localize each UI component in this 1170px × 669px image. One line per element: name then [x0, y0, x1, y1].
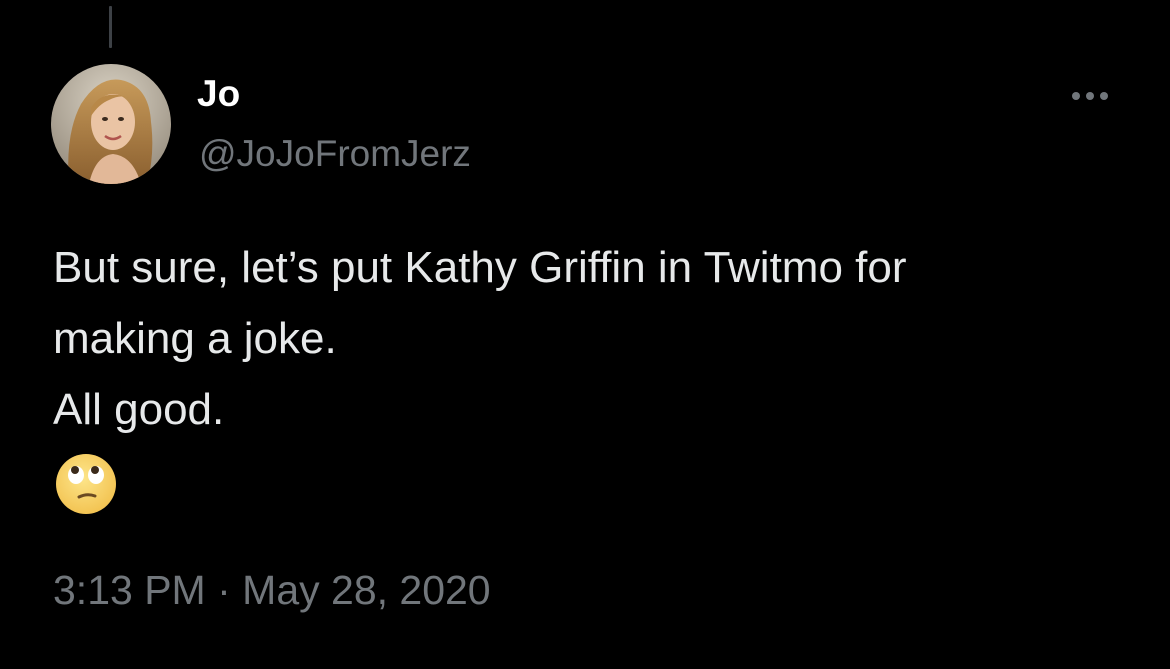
tweet-time-link[interactable]: 3:13 PM: [53, 567, 206, 613]
ellipsis-icon: [1072, 92, 1080, 100]
ellipsis-icon: [1100, 92, 1108, 100]
profile-photo-icon: [51, 64, 171, 184]
tweet-text: But sure, let’s put Kathy Griffin in Twi…: [53, 232, 1133, 445]
tweet-text-line: making a joke.: [53, 314, 337, 363]
thread-connector-line: [109, 6, 112, 48]
avatar[interactable]: [51, 64, 171, 184]
face-with-rolling-eyes-icon: [55, 453, 117, 515]
tweet-timestamp: 3:13 PM · May 28, 2020: [53, 565, 491, 615]
author-display-name[interactable]: Jo: [197, 72, 240, 116]
more-options-button[interactable]: [1062, 78, 1118, 114]
tweet-date-link[interactable]: May 28, 2020: [242, 567, 490, 613]
timestamp-separator: ·: [217, 567, 231, 613]
tweet-text-line: But sure, let’s put Kathy Griffin in Twi…: [53, 243, 907, 292]
author-handle[interactable]: @JoJoFromJerz: [199, 132, 471, 176]
tweet-text-line: All good.: [53, 385, 225, 434]
ellipsis-icon: [1086, 92, 1094, 100]
